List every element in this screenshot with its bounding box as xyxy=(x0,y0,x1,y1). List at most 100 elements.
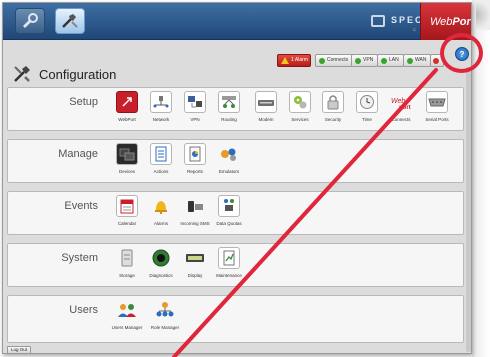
logout-button[interactable]: Log Out xyxy=(7,346,32,353)
serial-port-icon xyxy=(426,91,448,113)
vertical-scrollbar[interactable] xyxy=(466,67,471,352)
tile-label: Display xyxy=(187,273,203,278)
connects-webport-icon: Web port xyxy=(390,91,412,113)
tile-label: Connects xyxy=(391,117,411,122)
diagnostics-gauge-icon xyxy=(150,247,172,269)
ok-status-icon xyxy=(355,57,361,64)
vpn-status-button[interactable]: VPN xyxy=(351,54,379,67)
role-hierarchy-icon xyxy=(154,299,176,321)
error-status-icon xyxy=(433,57,439,64)
tile-label: Alarms xyxy=(153,221,168,226)
padlock-icon xyxy=(322,91,344,113)
tile-alarms[interactable]: Alarms xyxy=(142,195,180,226)
section-label: Setup xyxy=(69,96,98,108)
tile-emulators[interactable]: Emulators xyxy=(210,143,248,174)
tile-label: Reports xyxy=(187,169,203,174)
configuration-tools-icon[interactable] xyxy=(55,8,85,34)
tile-label: VPN xyxy=(190,117,200,122)
svg-text:port: port xyxy=(399,105,411,110)
tile-incoming-sms[interactable]: Incoming SMS xyxy=(176,195,214,226)
display-icon xyxy=(184,247,206,269)
tile-label: Diagnostics xyxy=(149,273,173,278)
tile-role-manager[interactable]: Role Manager xyxy=(146,299,184,330)
section-label: Users xyxy=(69,304,98,316)
tile-label: Serial Ports xyxy=(425,117,449,122)
events-section: Events Calendar Alarms Incoming SMS Data… xyxy=(7,191,464,235)
modem-icon xyxy=(255,91,277,113)
connects-status-button[interactable]: Connects xyxy=(315,54,354,67)
section-label: Manage xyxy=(58,148,98,160)
tile-label: Actions xyxy=(153,169,169,174)
users-group-icon xyxy=(116,299,138,321)
tile-modem[interactable]: Modem xyxy=(247,91,285,122)
tile-label: Incoming SMS xyxy=(180,221,210,226)
tile-actions[interactable]: Actions xyxy=(142,143,180,174)
tile-storage[interactable]: Storage xyxy=(108,247,146,278)
tile-label: Time xyxy=(362,117,372,122)
tile-label: Maintenance xyxy=(216,273,242,278)
tile-devices[interactable]: Devices xyxy=(108,143,146,174)
routing-icon xyxy=(218,91,240,113)
users-section: Users Users Manager Role Manager xyxy=(7,295,464,343)
vpn-icon xyxy=(184,91,206,113)
setup-section: Setup WebPort Network VPN Routing Modem xyxy=(7,87,464,131)
tile-maintenance[interactable]: Maintenance xyxy=(210,247,248,278)
ok-status-icon xyxy=(407,57,413,64)
tile-label: WebPort xyxy=(118,117,136,122)
config-panel: Setup WebPort Network VPN Routing Modem xyxy=(7,87,464,345)
wan-status-button[interactable]: WAN xyxy=(403,54,432,67)
vpn-label: VPN xyxy=(363,57,374,63)
calendar-icon xyxy=(116,195,138,217)
tile-time[interactable]: Time xyxy=(348,91,386,122)
tile-display[interactable]: Display xyxy=(176,247,214,278)
alarm-bell-icon xyxy=(150,195,172,217)
maintenance-icon xyxy=(218,247,240,269)
actions-list-icon xyxy=(150,143,172,165)
data-quotas-icon xyxy=(218,195,240,217)
top-bar: SPECTRUM CONTROLS WebPort xyxy=(3,3,471,40)
tile-label: Users Manager xyxy=(111,325,143,330)
tile-label: Storage xyxy=(119,273,135,278)
tile-connects[interactable]: Web port Connects xyxy=(382,91,420,122)
clock-icon xyxy=(356,91,378,113)
lan-status-button[interactable]: LAN xyxy=(377,54,404,67)
tile-users-manager[interactable]: Users Manager xyxy=(108,299,146,330)
tile-reports[interactable]: Reports xyxy=(176,143,214,174)
tile-security[interactable]: Security xyxy=(314,91,352,122)
connects-label: Connects xyxy=(327,57,349,63)
annotation-circle xyxy=(440,33,483,73)
tile-label: Modem xyxy=(258,117,274,122)
tile-vpn[interactable]: VPN xyxy=(176,91,214,122)
network-icon xyxy=(150,91,172,113)
section-label: System xyxy=(61,252,98,264)
storage-icon xyxy=(116,247,138,269)
tile-label: Network xyxy=(152,117,170,122)
page-header: Configuration xyxy=(13,64,116,84)
spectrum-logo-icon xyxy=(371,15,385,27)
tile-serial-ports[interactable]: Serial Ports xyxy=(418,91,456,122)
logo-port: Port xyxy=(452,16,471,28)
tile-label: Data Quotas xyxy=(216,221,242,226)
tile-diagnostics[interactable]: Diagnostics xyxy=(142,247,180,278)
ok-status-icon xyxy=(319,57,325,64)
tile-label: Routing xyxy=(221,117,237,122)
tile-calendar[interactable]: Calendar xyxy=(108,195,146,226)
reports-icon xyxy=(184,143,206,165)
tile-label: Role Manager xyxy=(150,325,180,330)
wan-label: WAN xyxy=(415,57,427,63)
settings-tools-icon[interactable] xyxy=(15,8,45,34)
warning-icon xyxy=(281,57,289,64)
page-curl xyxy=(476,0,490,30)
manage-section: Manage Devices Actions Reports Emulators xyxy=(7,139,464,183)
tile-routing[interactable]: Routing xyxy=(210,91,248,122)
tile-webport[interactable]: WebPort xyxy=(108,91,146,122)
tile-network[interactable]: Network xyxy=(142,91,180,122)
tile-data-quotas[interactable]: Data Quotas xyxy=(210,195,248,226)
section-label: Events xyxy=(64,200,98,212)
tile-label: Calendar xyxy=(117,221,137,226)
sms-phone-icon xyxy=(184,195,206,217)
page-title: Configuration xyxy=(39,66,117,82)
alarm-button[interactable]: 1 Alarm xyxy=(277,54,311,67)
logo-web: Web xyxy=(430,16,453,28)
services-gears-icon xyxy=(289,91,311,113)
